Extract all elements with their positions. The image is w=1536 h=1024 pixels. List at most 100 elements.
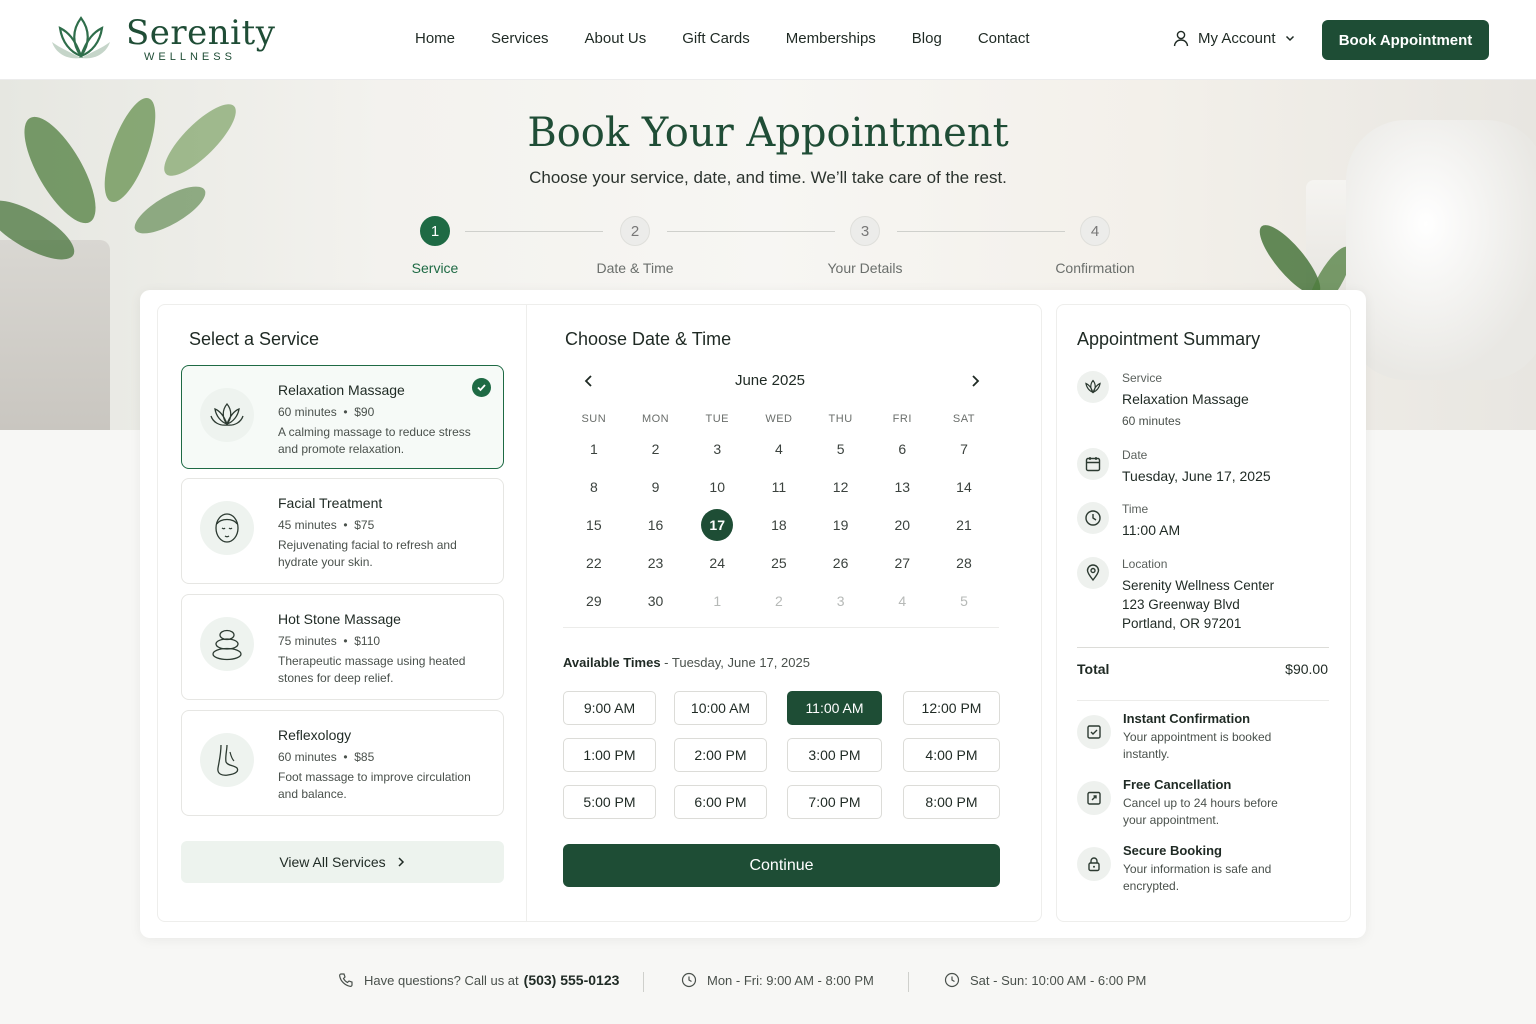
step-confirmation[interactable]: 4 Confirmation — [1025, 216, 1165, 276]
time-slot[interactable]: 9:00 AM — [563, 691, 656, 725]
lotus-logo-icon — [52, 16, 110, 59]
step-label: Confirmation — [1055, 260, 1135, 276]
calendar-day[interactable]: 18 — [748, 517, 810, 533]
calendar-day[interactable]: 24 — [686, 555, 748, 571]
clock-icon — [944, 972, 960, 988]
clock-icon — [681, 972, 697, 988]
calendar-day[interactable]: 8 — [563, 479, 625, 495]
time-slot[interactable]: 2:00 PM — [674, 738, 767, 772]
nav-blog[interactable]: Blog — [912, 30, 942, 47]
time-slot[interactable]: 10:00 AM — [674, 691, 767, 725]
next-month-button[interactable] — [963, 369, 987, 393]
service-duration: 45 minutes — [278, 518, 337, 532]
calendar-day[interactable]: 1 — [563, 441, 625, 457]
appointment-summary-panel: Appointment Summary Service Relaxation M… — [1056, 304, 1351, 922]
continue-button[interactable]: Continue — [563, 844, 1000, 887]
nav-about-us[interactable]: About Us — [585, 30, 647, 47]
view-all-services-button[interactable]: View All Services — [181, 841, 504, 883]
calendar-day[interactable]: 11 — [748, 479, 810, 495]
calendar-day-selected[interactable]: 17 — [686, 509, 748, 541]
calendar-day: 5 — [960, 593, 968, 609]
service-meta: 75 minutes • $110 — [278, 634, 381, 648]
time-slot[interactable]: 8:00 PM — [903, 785, 1000, 819]
time-slot[interactable]: 12:00 PM — [903, 691, 1000, 725]
towel-decoration — [1346, 120, 1536, 380]
service-card-reflexology[interactable]: Reflexology 60 minutes • $85 Foot massag… — [181, 710, 504, 816]
time-slot[interactable]: 6:00 PM — [674, 785, 767, 819]
service-card-hot-stone-massage[interactable]: Hot Stone Massage 75 minutes • $110 Ther… — [181, 594, 504, 700]
calendar-day[interactable]: 6 — [871, 441, 933, 457]
service-name: Hot Stone Massage — [278, 611, 401, 627]
step-label: Your Details — [827, 260, 903, 276]
summary-location-value: Serenity Wellness Center 123 Greenway Bl… — [1122, 576, 1274, 633]
step-label: Service — [411, 260, 459, 276]
service-description: Foot massage to improve circulation and … — [278, 770, 471, 801]
calendar-day[interactable]: 5 — [810, 441, 872, 457]
calendar-day[interactable]: 3 — [686, 441, 748, 457]
weekday-label: WED — [765, 413, 793, 425]
service-card-relaxation-massage[interactable]: Relaxation Massage 60 minutes • $90 A ca… — [181, 365, 504, 469]
calendar-day: 1 — [713, 593, 722, 609]
calendar-day[interactable]: 30 — [625, 593, 687, 609]
calendar-day[interactable]: 21 — [933, 517, 995, 533]
phone-icon — [339, 973, 353, 987]
stones-icon — [200, 617, 254, 671]
calendar-day[interactable]: 13 — [871, 479, 933, 495]
calendar-day[interactable]: 22 — [563, 555, 625, 571]
calendar-divider — [563, 627, 999, 628]
footer-phone-number[interactable]: (503) 555-0123 — [524, 972, 620, 988]
step-your-details[interactable]: 3 Your Details — [795, 216, 935, 276]
location-line: Serenity Wellness Center — [1122, 578, 1275, 593]
calendar-day[interactable]: 28 — [933, 555, 995, 571]
calendar-day: 3 — [836, 593, 845, 609]
summary-date-label: Date — [1122, 448, 1148, 462]
calendar-day: 2 — [775, 593, 783, 609]
calendar-day[interactable]: 20 — [871, 517, 933, 533]
time-slot[interactable]: 1:00 PM — [563, 738, 656, 772]
summary-title: Appointment Summary — [1077, 329, 1261, 349]
my-account-menu[interactable]: My Account — [1172, 29, 1296, 47]
total-value: $90.00 — [1285, 661, 1328, 677]
nav-home[interactable]: Home — [415, 30, 455, 47]
service-duration: 60 minutes — [278, 750, 337, 764]
calendar-day[interactable]: 14 — [933, 479, 995, 495]
calendar-day[interactable]: 29 — [563, 593, 625, 609]
time-slot[interactable]: 7:00 PM — [787, 785, 882, 819]
nav-services[interactable]: Services — [491, 30, 549, 47]
calendar-day[interactable]: 23 — [625, 555, 687, 571]
summary-divider — [1077, 647, 1329, 648]
contact-footer: Have questions? Call us at (503) 555-012… — [0, 966, 1536, 998]
book-appointment-button[interactable]: Book Appointment — [1322, 20, 1489, 60]
service-name: Facial Treatment — [278, 495, 383, 511]
calendar-day[interactable]: 19 — [810, 517, 872, 533]
nav-gift-cards[interactable]: Gift Cards — [682, 30, 750, 47]
step-service[interactable]: 1 Service — [365, 216, 505, 276]
foot-icon — [200, 733, 254, 787]
face-icon — [200, 501, 254, 555]
step-date-time[interactable]: 2 Date & Time — [565, 216, 705, 276]
time-slot[interactable]: 5:00 PM — [563, 785, 656, 819]
time-slot[interactable]: 3:00 PM — [787, 738, 882, 772]
footer-weekend-hours: Sat - Sun: 10:00 AM - 6:00 PM — [944, 972, 1146, 988]
lock-icon — [1077, 847, 1111, 881]
calendar-day[interactable]: 4 — [748, 441, 810, 457]
nav-contact[interactable]: Contact — [978, 30, 1030, 47]
service-card-facial-treatment[interactable]: Facial Treatment 45 minutes • $75 Rejuve… — [181, 478, 504, 584]
calendar-day[interactable]: 26 — [810, 555, 872, 571]
time-slot-selected[interactable]: 11:00 AM — [787, 691, 882, 725]
page-subtitle: Choose your service, date, and time. We’… — [529, 168, 1007, 187]
calendar-day[interactable]: 25 — [748, 555, 810, 571]
calendar-week-row: 1234567 — [563, 430, 995, 468]
nav-memberships[interactable]: Memberships — [786, 30, 876, 47]
calendar-day[interactable]: 10 — [686, 479, 748, 495]
calendar-day[interactable]: 12 — [810, 479, 872, 495]
calendar-day[interactable]: 16 — [625, 517, 687, 533]
calendar-day[interactable]: 9 — [625, 479, 687, 495]
calendar-day[interactable]: 15 — [563, 517, 625, 533]
service-price: $110 — [354, 634, 381, 648]
calendar-day[interactable]: 7 — [933, 441, 995, 457]
brand-logo[interactable]: Serenity WELLNESS — [48, 12, 275, 66]
calendar-day[interactable]: 27 — [871, 555, 933, 571]
calendar-day[interactable]: 2 — [625, 441, 687, 457]
time-slot[interactable]: 4:00 PM — [903, 738, 1000, 772]
